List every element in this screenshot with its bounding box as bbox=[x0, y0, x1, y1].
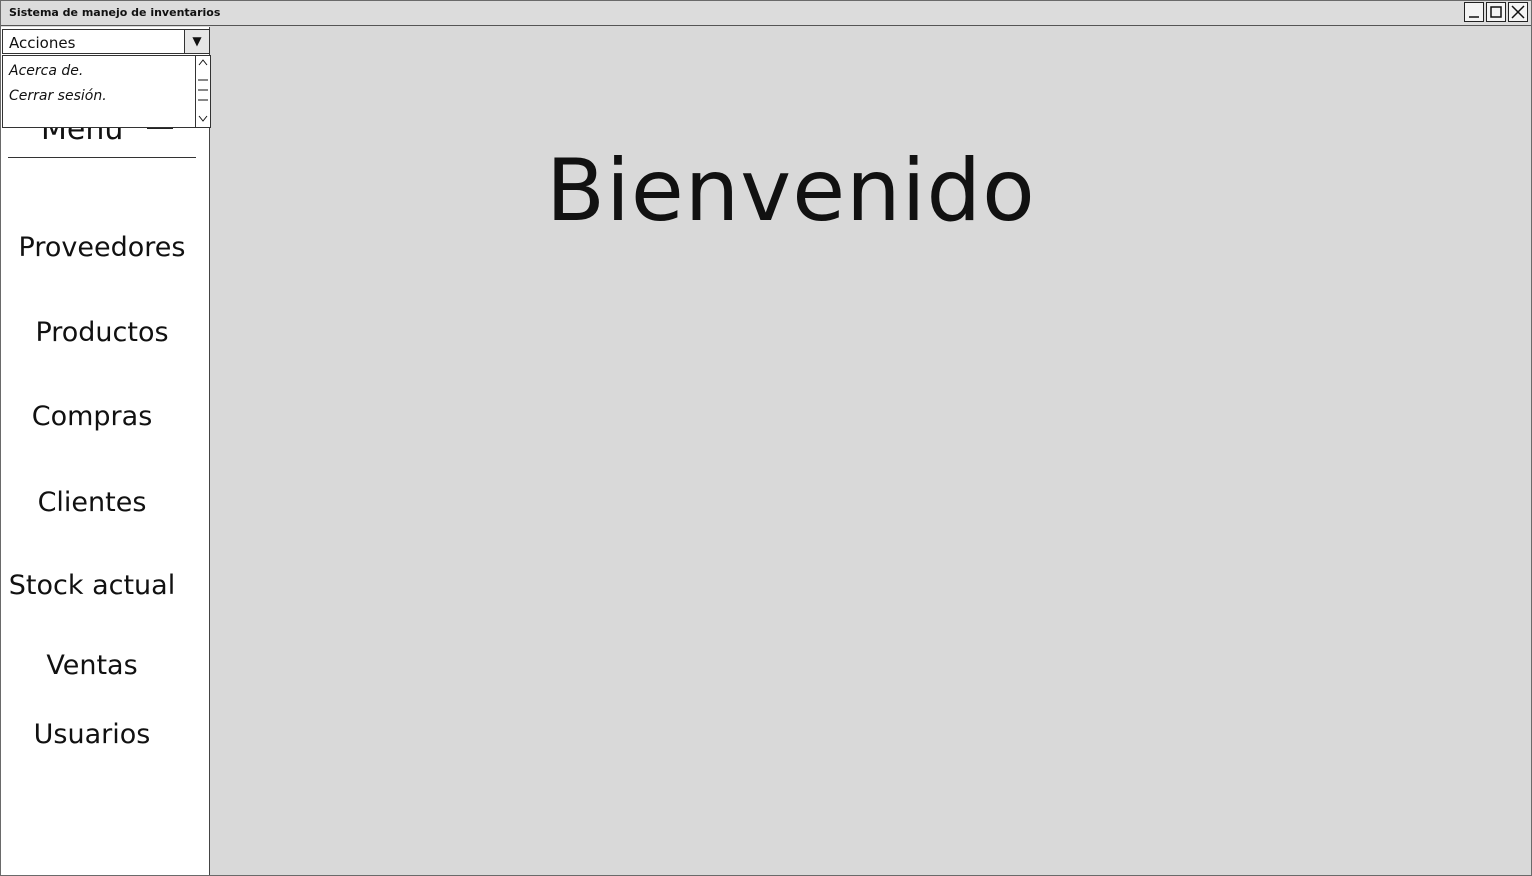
actions-dropdown-list: Acerca de. Cerrar sesión. bbox=[2, 55, 211, 128]
sidebar: Menú Proveedores Productos Compras Clien… bbox=[1, 27, 210, 875]
actions-select[interactable]: Acciones ▼ bbox=[2, 29, 210, 54]
welcome-heading: Bienvenido bbox=[546, 141, 1036, 241]
sidebar-item-ventas[interactable]: Ventas bbox=[1, 650, 183, 681]
window-title: Sistema de manejo de inventarios bbox=[9, 6, 221, 19]
dropdown-scrollbar[interactable] bbox=[195, 56, 210, 127]
sidebar-item-clientes[interactable]: Clientes bbox=[1, 487, 183, 518]
sidebar-item-usuarios[interactable]: Usuarios bbox=[1, 719, 183, 750]
minimize-icon[interactable] bbox=[1464, 2, 1484, 22]
menu-item-cerrar-sesion[interactable]: Cerrar sesión. bbox=[9, 88, 107, 104]
title-bar: Sistema de manejo de inventarios bbox=[1, 1, 1531, 26]
sidebar-item-productos[interactable]: Productos bbox=[11, 317, 193, 348]
menu-item-acerca-de[interactable]: Acerca de. bbox=[9, 63, 83, 79]
close-icon[interactable] bbox=[1508, 2, 1528, 22]
maximize-icon[interactable] bbox=[1486, 2, 1506, 22]
sidebar-item-compras[interactable]: Compras bbox=[1, 401, 183, 432]
sidebar-item-stock-actual[interactable]: Stock actual bbox=[1, 570, 183, 601]
sidebar-item-proveedores[interactable]: Proveedores bbox=[11, 232, 193, 263]
window-controls bbox=[1464, 2, 1528, 22]
actions-select-value: Acciones bbox=[9, 34, 76, 52]
divider bbox=[8, 157, 196, 158]
app-window: Sistema de manejo de inventarios Menú Pr… bbox=[0, 0, 1532, 876]
chevron-down-icon[interactable]: ▼ bbox=[184, 30, 209, 53]
